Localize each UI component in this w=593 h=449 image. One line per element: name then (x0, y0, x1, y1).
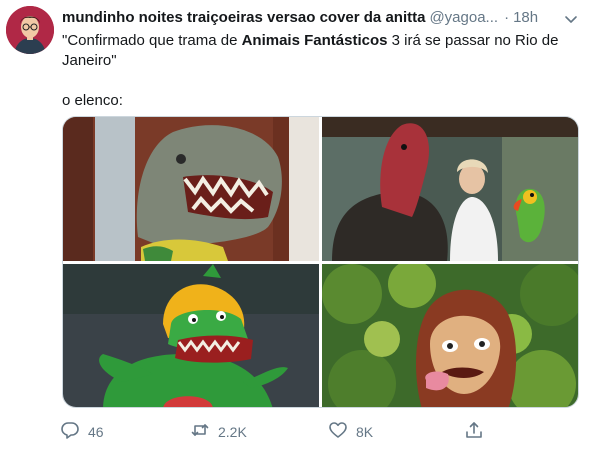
user-handle[interactable]: @yagoa... (429, 9, 498, 26)
reply-button[interactable]: 46 (60, 420, 104, 444)
display-name[interactable]: mundinho noites traiçoeiras versao cover… (62, 9, 425, 26)
media-image-1[interactable] (63, 117, 319, 261)
tweet-time[interactable]: 18h (513, 9, 538, 26)
tweet-header: mundinho noites traiçoeiras versao cover… (62, 9, 581, 29)
tweet[interactable]: mundinho noites traiçoeiras versao cover… (0, 0, 593, 449)
header-separator: · (504, 9, 510, 26)
tweet-text-line-3: o elenco: (62, 92, 123, 109)
text-segment: 3 irá se passar no Rio de (387, 32, 559, 49)
retweet-count: 2.2K (218, 424, 247, 440)
text-gap (62, 71, 582, 91)
reply-icon (60, 420, 80, 445)
media-image-4[interactable] (322, 264, 578, 407)
share-icon (464, 420, 484, 445)
retweet-button[interactable]: 2.2K (190, 420, 247, 444)
tweet-text-line-2: Janeiro" (62, 52, 117, 69)
reply-count: 46 (88, 424, 104, 440)
chevron-down-icon[interactable] (561, 9, 581, 29)
share-button[interactable] (464, 420, 484, 444)
media-image-2[interactable] (322, 117, 578, 261)
avatar[interactable] (6, 6, 54, 54)
media-grid (62, 116, 579, 408)
avatar-image (6, 6, 54, 54)
media-image-3[interactable] (63, 264, 319, 407)
text-bold-segment: Animais Fantásticos (241, 32, 388, 49)
like-button[interactable]: 8K (328, 420, 373, 444)
tweet-text-line-1: "Confirmado que trama de Animais Fantást… (62, 31, 582, 51)
text-segment: "Confirmado que trama de (62, 32, 242, 49)
retweet-icon (190, 420, 210, 445)
heart-icon (328, 420, 348, 445)
like-count: 8K (356, 424, 374, 440)
tweet-text: "Confirmado que trama de Animais Fantást… (62, 31, 582, 111)
tweet-actions: 46 2.2K 8K (58, 420, 498, 444)
